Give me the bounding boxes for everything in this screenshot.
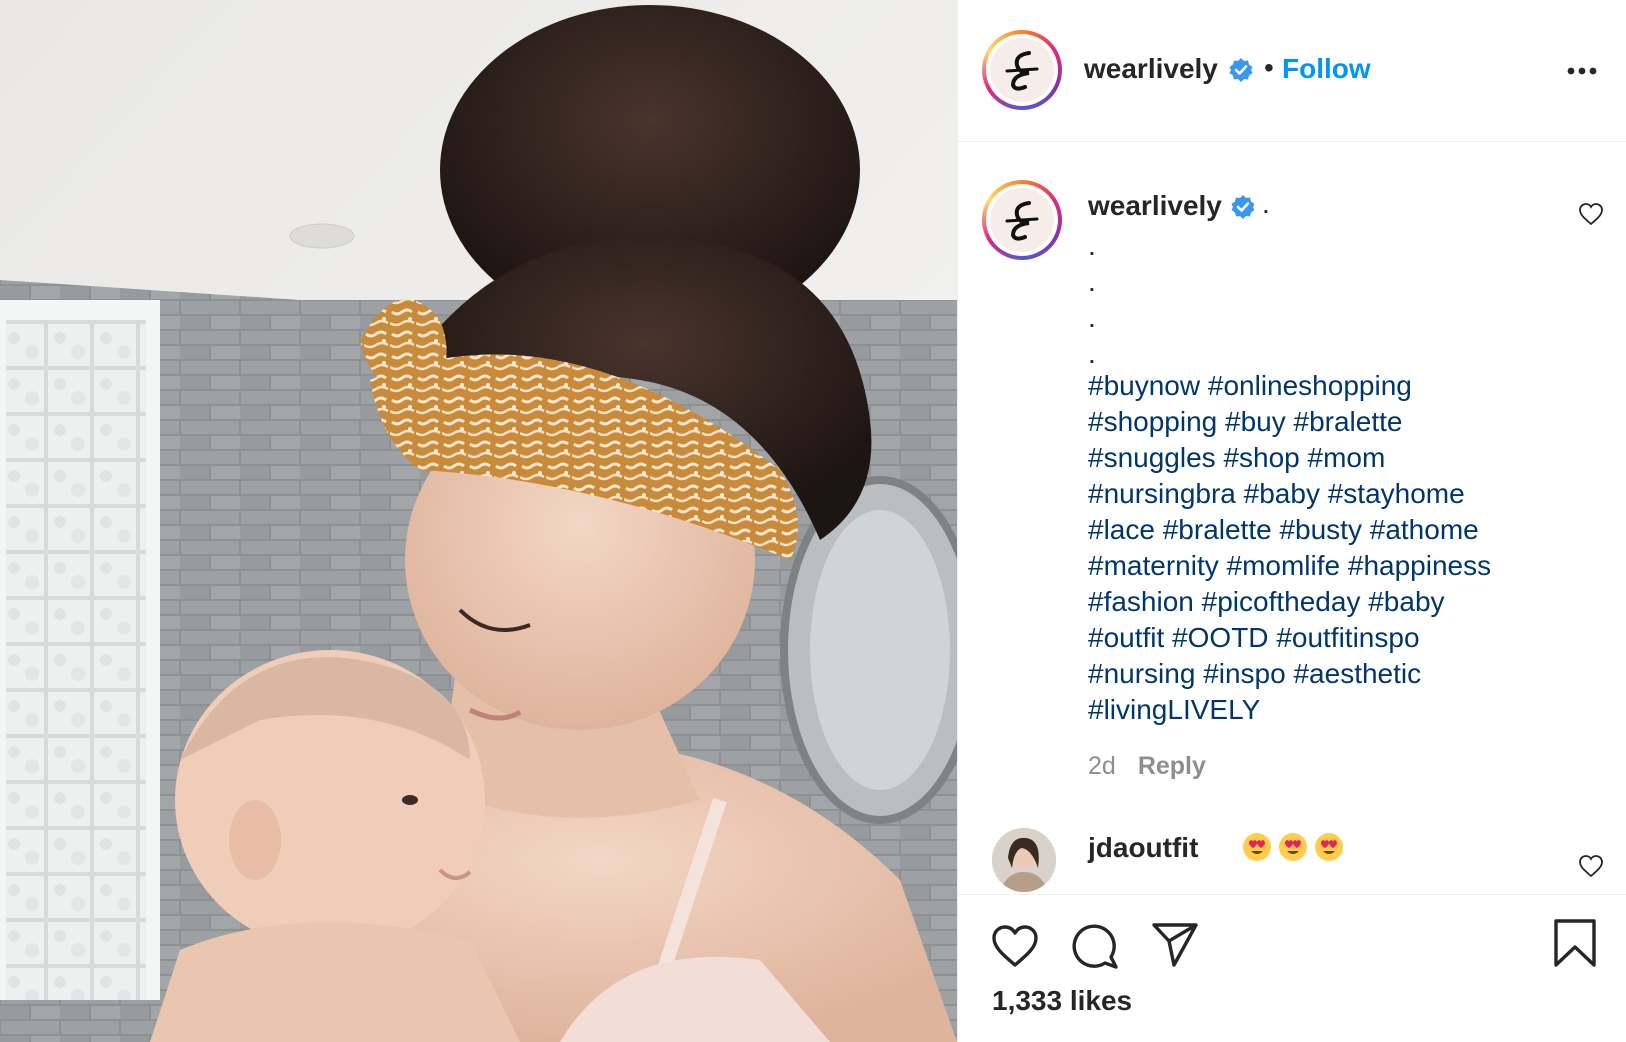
caption-meta: 2d Reply <box>1088 752 1206 781</box>
hashtag-link[interactable]: #fashion <box>1088 586 1194 617</box>
hashtag-link[interactable]: #busty <box>1279 514 1362 545</box>
like-caption-heart-icon[interactable] <box>1578 202 1604 226</box>
hashtag-line: #nursing #inspo #aesthetic <box>1088 656 1568 692</box>
comments-section[interactable]: wearlively . . . . . #buynow #onlineshop… <box>958 142 1626 894</box>
hashtag-link[interactable]: #bralette <box>1163 514 1272 545</box>
hashtag-line: #nursingbra #baby #stayhome <box>1088 476 1568 512</box>
caption-author-avatar[interactable] <box>982 180 1062 260</box>
photo-illustration <box>0 0 957 1042</box>
hashtag-line: #livingLIVELY <box>1088 692 1568 728</box>
hashtag-line: #fashion #picoftheday #baby <box>1088 584 1568 620</box>
hashtag-line: #shopping #buy #bralette <box>1088 404 1568 440</box>
hashtag-link[interactable]: #shop <box>1223 442 1299 473</box>
caption-first-line: . <box>1262 188 1270 219</box>
hashtag-link[interactable]: #maternity <box>1088 550 1219 581</box>
hashtag-link[interactable]: #shopping <box>1088 406 1217 437</box>
heart-eyes-emoji <box>1315 833 1343 861</box>
hashtag-link[interactable]: #happiness <box>1348 550 1491 581</box>
heart-eyes-emoji <box>1243 833 1271 861</box>
reply-button[interactable]: Reply <box>1138 752 1206 780</box>
bookmark-icon[interactable] <box>1552 917 1598 969</box>
hashtag-link[interactable]: #nursingbra <box>1088 478 1236 509</box>
hashtag-link[interactable]: #outfit <box>1088 622 1164 653</box>
heart-eyes-emoji <box>1279 833 1307 861</box>
hashtag-link[interactable]: #buy <box>1225 406 1286 437</box>
hashtag-link[interactable]: #onlineshopping <box>1208 370 1412 401</box>
hashtag-line: #snuggles #shop #mom <box>1088 440 1568 476</box>
verified-badge-icon <box>1229 58 1253 82</box>
commenter-avatar[interactable] <box>992 828 1056 892</box>
author-username[interactable]: wearlively <box>1084 53 1218 85</box>
hashtag-link[interactable]: #livingLIVELY <box>1088 694 1260 725</box>
post-header: wearlively • Follow <box>958 0 1626 142</box>
verified-badge-icon <box>1231 195 1255 219</box>
share-icon[interactable] <box>1150 921 1200 969</box>
hashtag-line: #maternity #momlife #happiness <box>1088 548 1568 584</box>
separator-dot: • <box>1264 52 1274 83</box>
hashtag-link[interactable]: #buynow <box>1088 370 1200 401</box>
comment-icon[interactable] <box>1070 921 1120 971</box>
hashtag-line: #buynow #onlineshopping <box>1088 368 1568 404</box>
hashtag-link[interactable]: #athome <box>1370 514 1479 545</box>
commenter-username[interactable]: jdaoutfit <box>1088 832 1198 864</box>
caption-hashtags: #buynow #onlineshopping #shopping #buy #… <box>1088 368 1568 728</box>
author-avatar[interactable] <box>982 30 1062 110</box>
hashtag-line: #outfit #OOTD #outfitinspo <box>1088 620 1568 656</box>
brand-logo-icon <box>990 38 1054 102</box>
hashtag-link[interactable]: #baby <box>1368 586 1444 617</box>
post-actions-bar <box>958 894 1626 1042</box>
caption-dots: . . . . <box>1088 230 1096 369</box>
more-options-icon[interactable] <box>1562 56 1602 86</box>
post-photo[interactable] <box>0 0 957 1042</box>
hashtag-link[interactable]: #momlife <box>1227 550 1341 581</box>
hashtag-link[interactable]: #inspo <box>1203 658 1286 689</box>
avatar-inner <box>986 184 1058 256</box>
follow-button[interactable]: Follow <box>1282 53 1371 85</box>
hashtag-link[interactable]: #picoftheday <box>1202 586 1361 617</box>
hashtag-link[interactable]: #lace <box>1088 514 1155 545</box>
hashtag-link[interactable]: #mom <box>1308 442 1386 473</box>
hashtag-link[interactable]: #outfitinspo <box>1276 622 1419 653</box>
post-details-panel: wearlively • Follow wearlively . . . . .… <box>957 0 1626 1042</box>
hashtag-link[interactable]: #OOTD <box>1172 622 1268 653</box>
hashtag-link[interactable]: #aesthetic <box>1293 658 1421 689</box>
likes-count[interactable]: 1,333 likes <box>992 985 1132 1017</box>
caption-author-username[interactable]: wearlively <box>1088 190 1222 222</box>
hashtag-link[interactable]: #stayhome <box>1328 478 1465 509</box>
hashtag-line: #lace #bralette #busty #athome <box>1088 512 1568 548</box>
caption-age: 2d <box>1088 752 1116 780</box>
avatar-inner <box>986 34 1058 106</box>
brand-logo-icon <box>990 188 1054 252</box>
heart-icon[interactable] <box>990 923 1040 969</box>
hashtag-link[interactable]: #bralette <box>1294 406 1403 437</box>
commenter-photo <box>992 828 1056 892</box>
hashtag-link[interactable]: #nursing <box>1088 658 1195 689</box>
hashtag-link[interactable]: #snuggles <box>1088 442 1216 473</box>
like-comment-heart-icon[interactable] <box>1578 854 1604 878</box>
hashtag-link[interactable]: #baby <box>1244 478 1320 509</box>
